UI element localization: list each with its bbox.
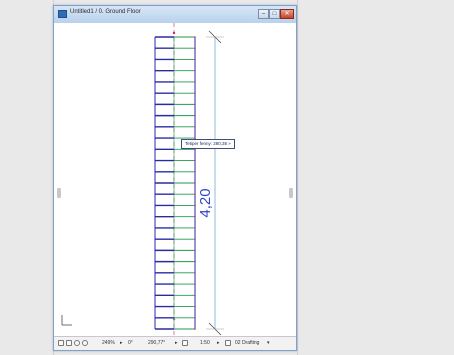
tracker-tooltip: Tetiper fenny: 280,38 » bbox=[181, 139, 235, 149]
stair-node bbox=[194, 81, 196, 83]
left-edge-handle[interactable] bbox=[57, 188, 61, 198]
tooltip-arrow-icon: » bbox=[228, 141, 231, 146]
origin-marker bbox=[172, 31, 176, 35]
angle-value[interactable]: 0° bbox=[128, 340, 133, 346]
layout-icon[interactable] bbox=[182, 340, 188, 346]
floor-plan-drawing: 4,20 ^ bbox=[61, 23, 224, 337]
status-bar: 249% ▸ 0° 290,77° ▸ 1:50 ▸ 02 Drafting ▾ bbox=[54, 336, 296, 350]
stair-node bbox=[194, 328, 196, 330]
window-title: Untitled1 / 0. Ground Floor bbox=[70, 9, 141, 15]
redo-icon[interactable] bbox=[66, 340, 72, 346]
stair-node bbox=[194, 272, 196, 274]
stair-node bbox=[194, 182, 196, 184]
stair-node bbox=[194, 227, 196, 229]
undo-icon[interactable] bbox=[58, 340, 64, 346]
stair-node bbox=[194, 204, 196, 207]
stair-arrow-icon: ^ bbox=[173, 318, 176, 324]
stair-node bbox=[194, 69, 196, 72]
scale-value[interactable]: 1:50 bbox=[200, 340, 210, 346]
stair-node bbox=[194, 170, 196, 173]
tooltip-text: Tetiper fenny: 280,38 bbox=[185, 141, 228, 146]
stair-node bbox=[194, 114, 196, 117]
stair-node bbox=[194, 238, 196, 240]
drawing-canvas[interactable]: 4,20 ^ Tetiper fenny: 280,38 » bbox=[54, 23, 296, 337]
stair-node bbox=[194, 316, 196, 319]
stair-node bbox=[194, 193, 196, 196]
stair-node bbox=[194, 58, 196, 61]
window-titlebar[interactable]: Untitled1 / 0. Ground Floor – □ ✕ bbox=[54, 6, 296, 24]
origin-axes-icon bbox=[61, 315, 72, 326]
stair-node bbox=[194, 249, 196, 252]
stair-node bbox=[194, 294, 196, 297]
dimension-element[interactable]: 4,20 bbox=[197, 30, 224, 336]
stair-node bbox=[194, 126, 196, 128]
zoom-value[interactable]: 249% bbox=[102, 340, 115, 346]
scale-dropdown-icon[interactable]: ▸ bbox=[217, 340, 220, 346]
orientation-value[interactable]: 290,77° bbox=[148, 340, 165, 346]
layer-value[interactable]: 02 Drafting bbox=[235, 340, 259, 346]
stair-node bbox=[194, 260, 196, 263]
stair-element[interactable] bbox=[154, 36, 196, 330]
page-boundary-right bbox=[297, 0, 298, 355]
stair-node bbox=[194, 215, 196, 218]
stair-node bbox=[194, 305, 196, 308]
stair-node bbox=[194, 283, 196, 285]
zoom-out-icon[interactable] bbox=[82, 340, 88, 346]
zoom-dropdown-icon[interactable]: ▸ bbox=[120, 340, 123, 346]
app-icon bbox=[58, 10, 67, 18]
zoom-in-icon[interactable] bbox=[74, 340, 80, 346]
close-icon[interactable]: ✕ bbox=[280, 9, 294, 19]
stair-node bbox=[194, 47, 196, 50]
minimize-icon[interactable]: – bbox=[258, 9, 269, 19]
orientation-dropdown-icon[interactable]: ▸ bbox=[175, 340, 178, 346]
layer-dropdown-icon[interactable]: ▾ bbox=[267, 340, 270, 346]
drawing-window: Untitled1 / 0. Ground Floor – □ ✕ 4,20 ^… bbox=[53, 5, 297, 351]
dimension-value: 4,20 bbox=[197, 188, 214, 217]
layer-combo-icon[interactable] bbox=[225, 340, 231, 346]
stair-node bbox=[194, 36, 196, 38]
stair-node bbox=[194, 103, 196, 106]
right-edge-handle[interactable] bbox=[289, 188, 293, 198]
maximize-icon[interactable]: □ bbox=[269, 9, 280, 19]
stair-node bbox=[194, 159, 196, 162]
stair-node bbox=[194, 92, 196, 94]
